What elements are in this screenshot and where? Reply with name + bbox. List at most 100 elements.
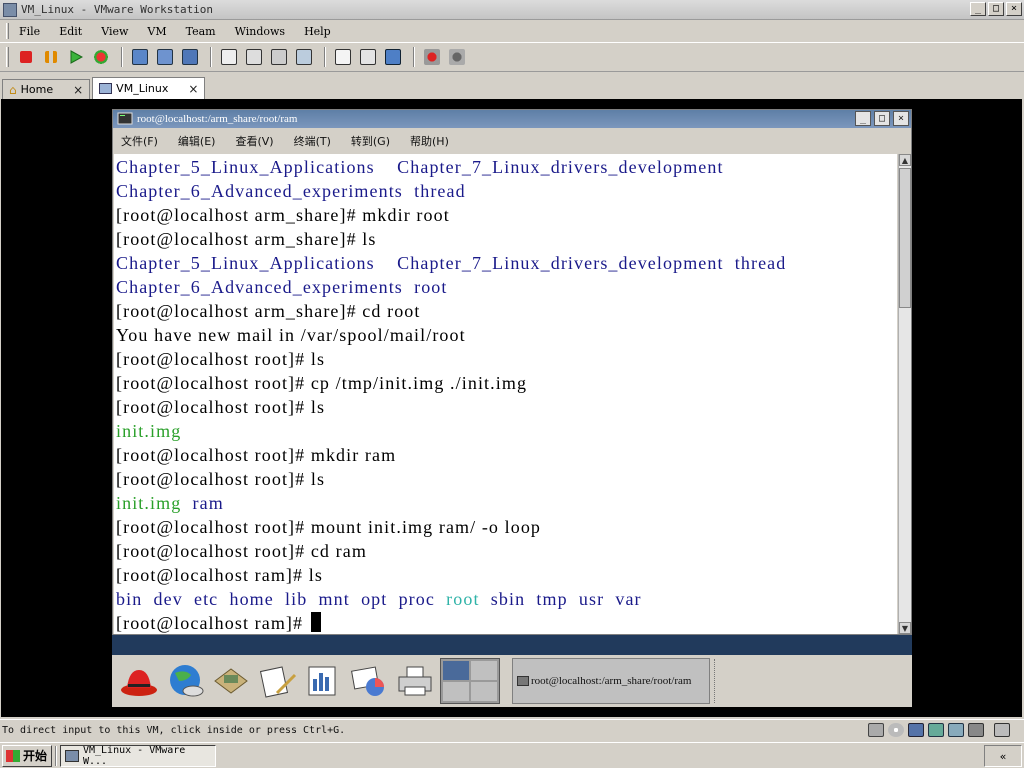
terminal-line: [root@localhost root]# ls (116, 469, 326, 489)
scroll-thumb[interactable] (899, 168, 911, 308)
vm-icon (99, 83, 113, 94)
window-controls: _ □ × (970, 2, 1022, 16)
terminal-line: Chapter_6_Advanced_experiments root (116, 277, 448, 297)
appliance-icon (360, 49, 376, 65)
start-label: 开始 (23, 749, 48, 763)
terminal-window[interactable]: root@localhost:/arm_share/root/ram _ □ ×… (112, 109, 912, 635)
terminal-menu-terminal[interactable]: 终端(T) (294, 133, 331, 149)
suspend-button[interactable] (40, 46, 62, 68)
summary-view-button[interactable] (332, 46, 354, 68)
taskbar-vmware-button[interactable]: VM_Linux - VMware W... (60, 744, 216, 767)
unity-button[interactable] (293, 46, 315, 68)
terminal-menu-goto[interactable]: 转到(G) (351, 133, 390, 149)
terminal-line-ls-root: init.img ram (116, 491, 897, 515)
quick-switch-icon (246, 49, 262, 65)
web-browser-launcher[interactable] (162, 658, 208, 704)
revert-snapshot-button[interactable] (154, 46, 176, 68)
vmware-titlebar: VM_Linux - VMware Workstation _ □ × (0, 0, 1024, 20)
impress-launcher[interactable] (346, 658, 392, 704)
capture-screen-button[interactable] (446, 46, 468, 68)
menu-file[interactable]: File (17, 25, 42, 38)
terminal-scrollbar[interactable]: ▲ ▼ (898, 154, 911, 634)
message-log-icon[interactable] (994, 723, 1010, 737)
summary-icon (335, 49, 351, 65)
print-manager-launcher[interactable] (392, 658, 438, 704)
terminal-output[interactable]: Chapter_5_Linux_Applications Chapter_7_L… (114, 154, 897, 634)
terminal-line: [root@localhost arm_share]# mkdir root (116, 205, 450, 225)
scroll-up-arrow-icon[interactable]: ▲ (899, 154, 911, 166)
capture-movie-button[interactable] (421, 46, 443, 68)
snapshot-manager-button[interactable] (179, 46, 201, 68)
guest-launcher: root@localhost:/arm_share/root/ram (112, 655, 912, 707)
terminal-maximize-button[interactable]: □ (874, 111, 890, 126)
tab-home-label: Home (20, 83, 54, 96)
maximize-button[interactable]: □ (988, 2, 1004, 16)
menu-team[interactable]: Team (184, 25, 218, 38)
sound-icon[interactable] (968, 723, 984, 737)
snapshot-button[interactable] (129, 46, 151, 68)
terminal-line: [root@localhost root]# mount init.img ra… (116, 517, 542, 537)
terminal-minimize-button[interactable]: _ (855, 111, 871, 126)
usb-icon[interactable] (948, 723, 964, 737)
workspace-switcher[interactable] (440, 658, 500, 704)
tab-vm-linux-close-icon[interactable]: × (188, 82, 198, 96)
menubar: File Edit View VM Team Windows Help (0, 20, 1024, 42)
toolbar (0, 42, 1024, 72)
menu-vm[interactable]: VM (145, 25, 168, 38)
status-message: To direct input to this VM, click inside… (2, 725, 346, 736)
close-button[interactable]: × (1006, 2, 1022, 16)
terminal-file: init.img (116, 493, 182, 513)
panel-handle[interactable] (714, 659, 720, 703)
menu-edit[interactable]: Edit (57, 25, 84, 38)
console-view-button[interactable] (382, 46, 404, 68)
power-off-button[interactable] (15, 46, 37, 68)
redhat-icon (121, 670, 157, 696)
workspace-4[interactable] (471, 682, 497, 701)
terminal-task-icon (517, 676, 529, 686)
terminal-menu-file[interactable]: 文件(F) (121, 133, 158, 149)
quick-switch-button[interactable] (243, 46, 265, 68)
menu-help[interactable]: Help (302, 25, 333, 38)
minimize-button[interactable]: _ (970, 2, 986, 16)
terminal-close-button[interactable]: × (893, 111, 909, 126)
terminal-menu-edit[interactable]: 编辑(E) (178, 133, 216, 149)
guest-task-terminal[interactable]: root@localhost:/arm_share/root/ram (512, 658, 710, 704)
workspace-1[interactable] (443, 661, 469, 680)
home-icon: ⌂ (9, 82, 17, 97)
network-icon[interactable] (928, 723, 944, 737)
terminal-line: [root@localhost root]# mkdir ram (116, 445, 397, 465)
mail-launcher[interactable] (208, 658, 254, 704)
scroll-down-arrow-icon[interactable]: ▼ (899, 622, 911, 634)
tab-home-close-icon[interactable]: × (73, 83, 83, 97)
cdrom-icon[interactable] (888, 723, 904, 737)
reset-icon (93, 49, 109, 65)
full-screen-button[interactable] (268, 46, 290, 68)
workspace-3[interactable] (443, 682, 469, 701)
terminal-line: init.img (116, 421, 182, 441)
record-icon (424, 49, 440, 65)
reset-button[interactable] (90, 46, 112, 68)
document-icon (259, 666, 297, 698)
writer-launcher[interactable] (254, 658, 300, 704)
menu-windows[interactable]: Windows (233, 25, 287, 38)
menubar-grip (6, 23, 9, 39)
tray-expand-button[interactable]: « (984, 745, 1022, 767)
redhat-menu-button[interactable] (116, 658, 162, 704)
menu-view[interactable]: View (99, 25, 130, 38)
tab-vm-linux[interactable]: VM_Linux × (92, 77, 206, 99)
power-on-button[interactable] (65, 46, 87, 68)
calc-launcher[interactable] (300, 658, 346, 704)
start-button[interactable]: 开始 (2, 744, 52, 767)
presentation-icon (351, 666, 384, 696)
tab-home[interactable]: ⌂ Home × (2, 79, 91, 99)
terminal-line: Chapter_6_Advanced_experiments thread (116, 181, 466, 201)
show-sidebar-button[interactable] (218, 46, 240, 68)
terminal-menu-help[interactable]: 帮助(H) (410, 133, 449, 149)
terminal-menu-view[interactable]: 查看(V) (235, 133, 273, 149)
terminal-prompt: [root@localhost ram]# (116, 613, 309, 633)
floppy-icon[interactable] (908, 723, 924, 737)
workspace-2[interactable] (471, 661, 497, 680)
terminal-prompt-line: [root@localhost ram]# (116, 611, 897, 634)
hard-disk-icon[interactable] (868, 723, 884, 737)
appliance-view-button[interactable] (357, 46, 379, 68)
